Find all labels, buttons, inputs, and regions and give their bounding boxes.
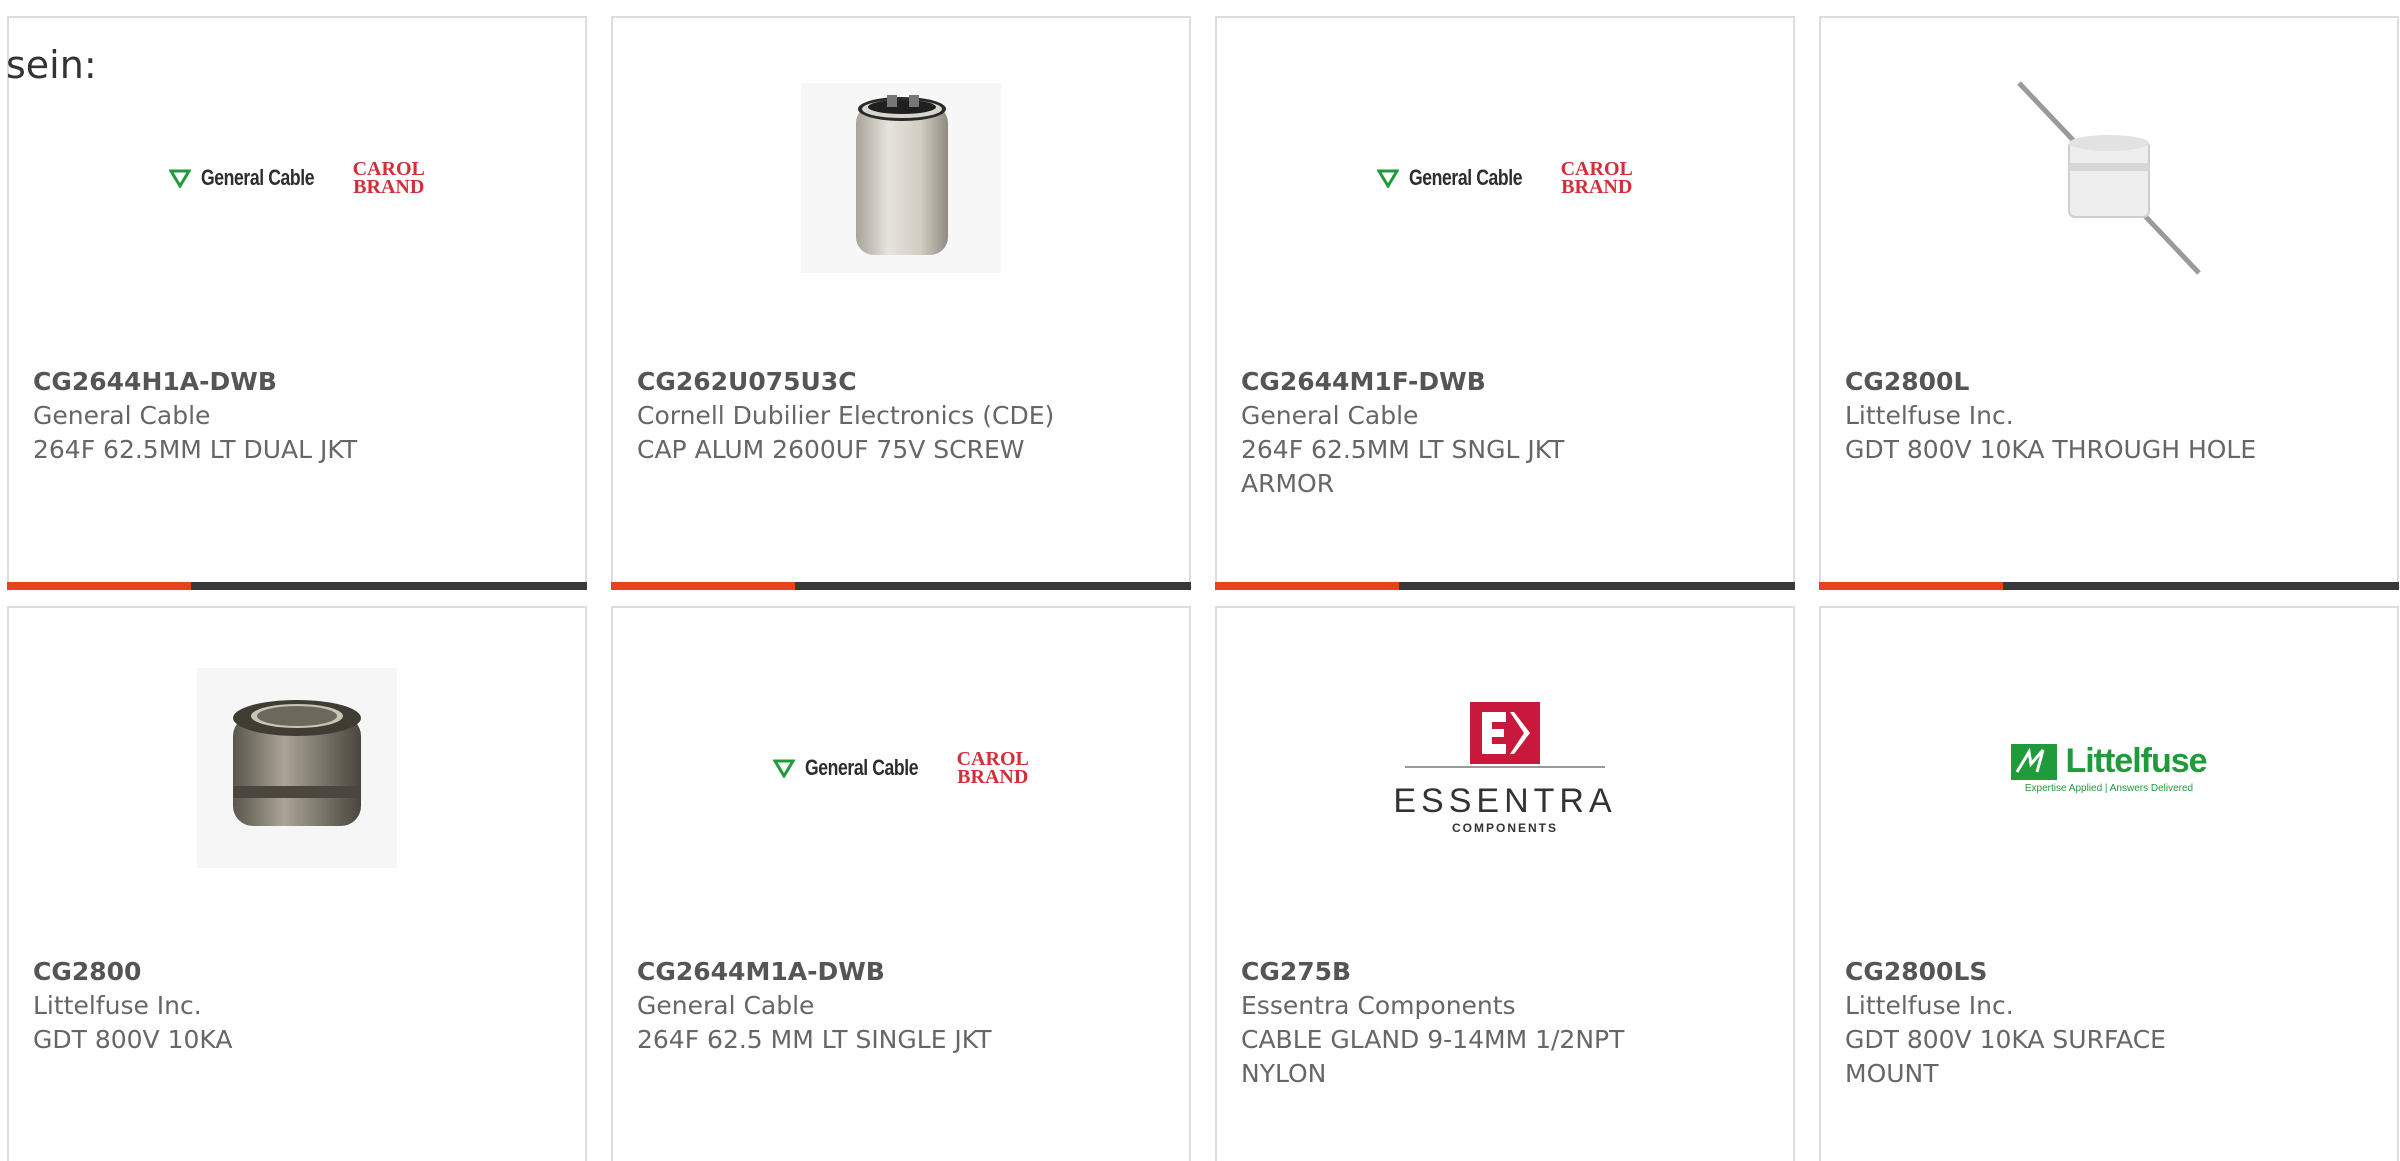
manufacturer: Littelfuse Inc. — [33, 991, 202, 1020]
intro-text: sein: — [6, 43, 97, 87]
part-number[interactable]: CG2800LS — [1845, 955, 2373, 989]
general-cable-logo: General Cable CAROL BRAND — [773, 749, 1029, 787]
product-card[interactable]: CG2800L Littelfuse Inc. GDT 800V 10KA TH… — [1819, 16, 2399, 590]
manufacturer: General Cable — [33, 401, 211, 430]
manufacturer: Littelfuse Inc. — [1845, 991, 2014, 1020]
product-card[interactable]: Littelfuse Expertise Applied | Answers D… — [1819, 606, 2399, 1161]
general-cable-logo: General Cable CAROL BRAND — [169, 159, 425, 197]
description: GDT 800V 10KA THROUGH HOLE — [1845, 435, 2257, 464]
part-number[interactable]: CG2644M1A-DWB — [637, 955, 1165, 989]
card-bottom-bar — [1819, 582, 2399, 590]
part-number[interactable]: CG2644M1F-DWB — [1241, 365, 1769, 399]
part-number[interactable]: CG275B — [1241, 955, 1769, 989]
part-number[interactable]: CG262U075U3C — [637, 365, 1165, 399]
product-image: ESSENTRA COMPONENTS — [1217, 668, 1793, 868]
product-image — [1821, 78, 2397, 278]
product-image: General Cable CAROL BRAND — [9, 78, 585, 278]
product-image: General Cable CAROL BRAND — [613, 668, 1189, 868]
card-bottom-bar — [611, 582, 1191, 590]
product-card[interactable]: General Cable CAROL BRAND CG2644M1F-DWB G… — [1215, 16, 1795, 590]
capacitor-image — [801, 83, 1001, 273]
littelfuse-logo: Littelfuse Expertise Applied | Answers D… — [2011, 742, 2208, 794]
part-number[interactable]: CG2800L — [1845, 365, 2373, 399]
manufacturer: Littelfuse Inc. — [1845, 401, 2014, 430]
card-bottom-bar — [1215, 582, 1795, 590]
product-grid-page: sein: General Cable CAROL BRAND CG2644H1A… — [0, 0, 2400, 1161]
description: GDT 800V 10KA SURFACE MOUNT — [1845, 1025, 2166, 1088]
description: CABLE GLAND 9-14MM 1/2NPT NYLON — [1241, 1025, 1625, 1088]
product-image — [9, 668, 585, 868]
part-number[interactable]: CG2800 — [33, 955, 561, 989]
part-number[interactable]: CG2644H1A-DWB — [33, 365, 561, 399]
gas-discharge-tube-image — [2017, 81, 2201, 275]
card-bottom-bar — [7, 582, 587, 590]
product-image: Littelfuse Expertise Applied | Answers D… — [1821, 668, 2397, 868]
product-card[interactable]: CG262U075U3C Cornell Dubilier Electronic… — [611, 16, 1191, 590]
description: 264F 62.5MM LT SNGL JKT ARMOR — [1241, 435, 1565, 498]
description: 264F 62.5MM LT DUAL JKT — [33, 435, 358, 464]
general-cable-logo: General Cable CAROL BRAND — [1377, 159, 1633, 197]
description: CAP ALUM 2600UF 75V SCREW — [637, 435, 1025, 464]
manufacturer: General Cable — [1241, 401, 1419, 430]
product-image — [613, 78, 1189, 278]
gas-discharge-tube-image — [197, 668, 397, 868]
product-card[interactable]: General Cable CAROL BRAND CG2644M1A-DWB G… — [611, 606, 1191, 1161]
description: GDT 800V 10KA — [33, 1025, 233, 1054]
manufacturer: Essentra Components — [1241, 991, 1516, 1020]
product-card[interactable]: ESSENTRA COMPONENTS CG275B Essentra Comp… — [1215, 606, 1795, 1161]
essentra-logo: ESSENTRA COMPONENTS — [1393, 701, 1612, 835]
product-image: General Cable CAROL BRAND — [1217, 78, 1793, 278]
product-card[interactable]: CG2800 Littelfuse Inc. GDT 800V 10KA — [7, 606, 587, 1161]
product-card[interactable]: General Cable CAROL BRAND CG2644H1A-DWB G… — [7, 16, 587, 590]
description: 264F 62.5 MM LT SINGLE JKT — [637, 1025, 992, 1054]
manufacturer: Cornell Dubilier Electronics (CDE) — [637, 401, 1055, 430]
manufacturer: General Cable — [637, 991, 815, 1020]
